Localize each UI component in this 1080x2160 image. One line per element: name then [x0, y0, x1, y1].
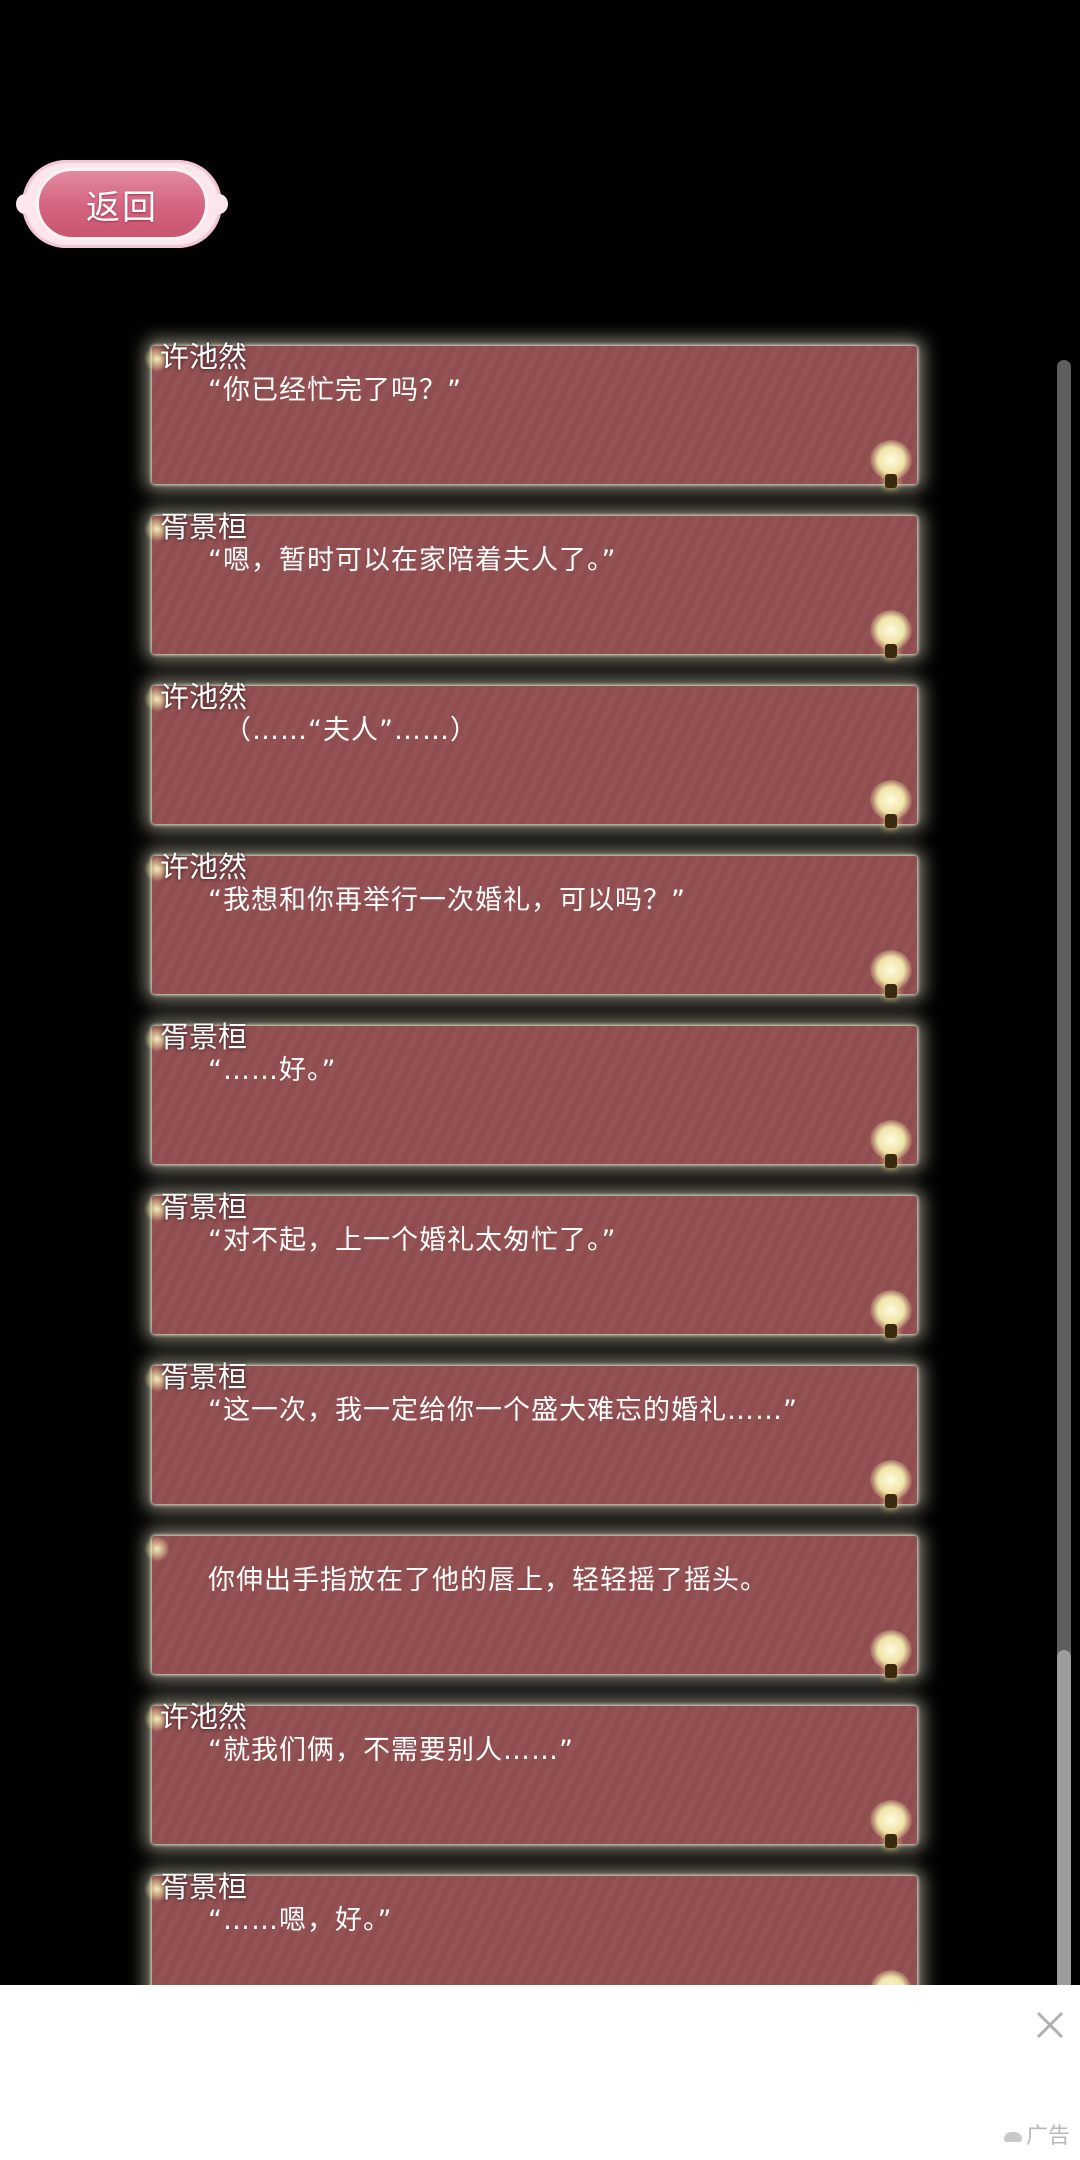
dialogue-text: （……“夫人”……） [224, 715, 478, 746]
back-button[interactable]: 返回 [16, 160, 228, 248]
voice-replay-icon[interactable] [870, 1630, 912, 1682]
log-entry: 许池然 “你已经忙完了吗？” [140, 340, 940, 498]
log-card [152, 1196, 917, 1334]
log-entry: 许池然 “我想和你再举行一次婚礼，可以吗？” [140, 850, 940, 1008]
dialogue-text: 你伸出手指放在了他的唇上，轻轻摇了摇头。 [208, 1565, 768, 1596]
log-card [152, 1706, 917, 1844]
voice-replay-icon[interactable] [870, 440, 912, 492]
dialogue-text: “这一次，我一定给你一个盛大难忘的婚礼……” [208, 1395, 798, 1426]
dialogue-text: “对不起，上一个婚礼太匆忙了。” [208, 1225, 617, 1256]
dialogue-text: “嗯，暂时可以在家陪着夫人了。” [208, 545, 617, 576]
voice-replay-icon[interactable] [870, 1120, 912, 1172]
voice-replay-icon[interactable] [870, 1290, 912, 1342]
speaker-name: 许池然 [160, 1700, 248, 1734]
log-entry: 胥景桓 “对不起，上一个婚礼太匆忙了。” [140, 1190, 940, 1348]
dialogue-text: “就我们俩，不需要别人……” [208, 1735, 574, 1766]
dialogue-log-list[interactable]: 许池然 “你已经忙完了吗？” 胥景桓 “嗯，暂时可以在家陪着夫人了。” 许池然 … [140, 340, 940, 2040]
log-card [152, 1026, 917, 1164]
voice-replay-icon[interactable] [870, 950, 912, 1002]
speaker-name: 许池然 [160, 850, 248, 884]
speaker-name: 胥景桓 [160, 1020, 248, 1054]
close-icon[interactable] [1030, 2005, 1070, 2045]
voice-replay-icon[interactable] [870, 1800, 912, 1852]
speaker-name: 许池然 [160, 340, 248, 374]
log-card [152, 1366, 917, 1504]
voice-replay-icon[interactable] [870, 610, 912, 662]
log-entry: 许池然 “就我们俩，不需要别人……” [140, 1700, 940, 1858]
log-card [152, 856, 917, 994]
ad-banner[interactable]: 广告 [0, 1985, 1080, 2160]
dialogue-text: “……好。” [208, 1055, 337, 1086]
log-card [152, 516, 917, 654]
cloud-icon [1003, 2132, 1022, 2142]
log-card [152, 346, 917, 484]
ad-label: 广告 [1003, 2118, 1070, 2150]
speaker-name: 胥景桓 [160, 1870, 248, 1904]
log-entry: 胥景桓 “嗯，暂时可以在家陪着夫人了。” [140, 510, 940, 668]
dialogue-text: “你已经忙完了吗？” [208, 375, 462, 406]
speaker-name: 许池然 [160, 680, 248, 714]
dialogue-text: “……嗯，好。” [208, 1905, 393, 1936]
corner-glow [144, 1536, 170, 1562]
dialogue-text: “我想和你再举行一次婚礼，可以吗？” [208, 885, 686, 916]
log-entry: 许池然 （……“夫人”……） [140, 680, 940, 838]
log-card [152, 1536, 917, 1674]
log-card [152, 686, 917, 824]
speaker-name: 胥景桓 [160, 510, 248, 544]
dialogue-log-screen: 返回 许池然 “你已经忙完了吗？” 胥景桓 “嗯，暂时可以在家陪着夫人了。” 许… [0, 0, 1080, 2160]
voice-replay-icon[interactable] [870, 1460, 912, 1512]
ad-label-text: 广告 [1025, 2124, 1070, 2149]
scrollbar-thumb[interactable] [1057, 1650, 1071, 1990]
log-entry: 胥景桓 “……好。” [140, 1020, 940, 1178]
log-entry: 你伸出手指放在了他的唇上，轻轻摇了摇头。 [140, 1530, 940, 1688]
scrollbar[interactable] [1057, 360, 1071, 1990]
back-button-label: 返回 [86, 187, 158, 228]
voice-replay-icon[interactable] [870, 780, 912, 832]
log-entry: 胥景桓 “这一次，我一定给你一个盛大难忘的婚礼……” [140, 1360, 940, 1518]
speaker-name: 胥景桓 [160, 1190, 248, 1224]
speaker-name: 胥景桓 [160, 1360, 248, 1394]
